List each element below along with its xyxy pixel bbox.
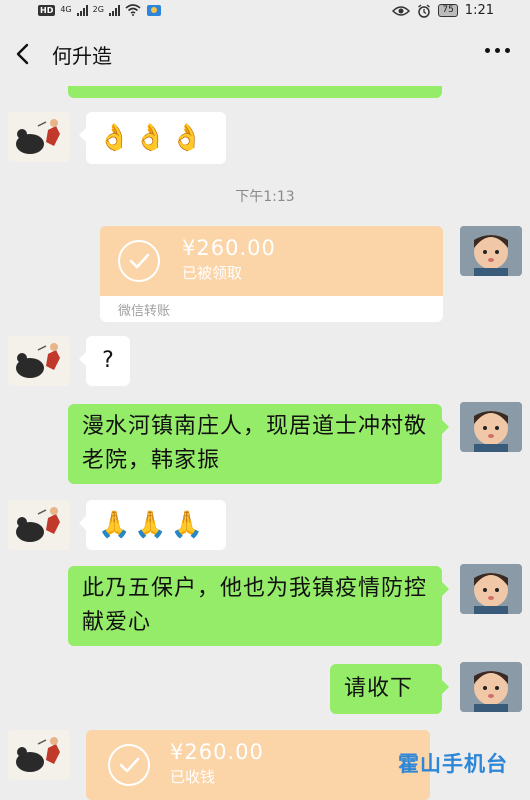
signal-icon: [108, 4, 120, 16]
contact-avatar[interactable]: [8, 336, 70, 386]
transfer-card-collected[interactable]: ¥260.00 已收钱: [86, 730, 430, 800]
text-message-bubble[interactable]: 此乃五保户，他也为我镇疫情防控献爱心: [68, 566, 449, 646]
watermark-logo: 霍山手机台: [398, 752, 508, 776]
my-avatar[interactable]: [460, 564, 522, 614]
contact-avatar[interactable]: [8, 730, 70, 780]
message-text: 请收下: [344, 676, 414, 701]
text-message-bubble[interactable]: 漫水河镇南庄人，现居道士冲村敬老院，韩家振: [68, 404, 449, 484]
chat-title: 何升造: [52, 44, 112, 68]
contact-avatar[interactable]: [8, 112, 70, 162]
contact-avatar[interactable]: [8, 500, 70, 550]
my-avatar[interactable]: [460, 402, 522, 452]
back-arrow-icon[interactable]: [12, 42, 34, 66]
transfer-footer-label: 微信转账: [118, 304, 171, 319]
more-options-icon[interactable]: [485, 48, 510, 53]
message-text: 漫水河镇南庄人，现居道士冲村敬老院，韩家振: [82, 414, 428, 473]
app-notification-icon: [146, 5, 161, 16]
check-circle-icon: [118, 240, 160, 282]
question-text: ?: [102, 348, 114, 373]
hd-badge: HD: [38, 4, 56, 16]
transfer-status: 已收钱: [170, 768, 216, 786]
transfer-amount: ¥260.00: [182, 236, 276, 260]
signal-icon: [76, 4, 88, 16]
status-right: 75 1:21: [392, 3, 494, 18]
emoji-message-bubble[interactable]: 🙏🙏🙏: [79, 500, 226, 550]
text-message-bubble[interactable]: 请收下: [330, 664, 449, 714]
battery-indicator: 75: [438, 4, 458, 17]
time-divider: 下午1:13: [235, 189, 295, 205]
status-bar: HD 4G 2G 75 1:21: [0, 0, 530, 22]
transfer-status: 已被领取: [182, 264, 243, 282]
transfer-card-received[interactable]: ¥260.00 已被领取 微信转账: [100, 226, 443, 322]
alarm-icon: [418, 3, 431, 18]
my-avatar[interactable]: [460, 226, 522, 276]
eye-comfort-icon: [392, 5, 411, 16]
chat-header: 何升造: [0, 22, 530, 86]
wifi-icon: [125, 4, 141, 16]
transfer-amount: ¥260.00: [170, 740, 264, 764]
message-text: 此乃五保户，他也为我镇疫情防控献爱心: [82, 576, 428, 635]
question-message-bubble[interactable]: ?: [79, 336, 130, 386]
sim1-network-label: 4G: [60, 5, 72, 14]
previous-message-bubble[interactable]: [68, 86, 442, 98]
emoji-message-bubble[interactable]: 👌👌👌: [79, 112, 226, 164]
status-left: HD 4G 2G: [38, 3, 162, 17]
folded-hands-emoji-row: 🙏🙏🙏: [98, 510, 208, 540]
clock: 1:21: [464, 3, 494, 18]
sim2-network-label: 2G: [92, 5, 104, 14]
ok-hand-emoji-row: 👌👌👌: [98, 123, 208, 153]
transfer-footer: 微信转账: [100, 296, 443, 322]
check-circle-icon: [108, 744, 150, 786]
my-avatar[interactable]: [460, 662, 522, 712]
